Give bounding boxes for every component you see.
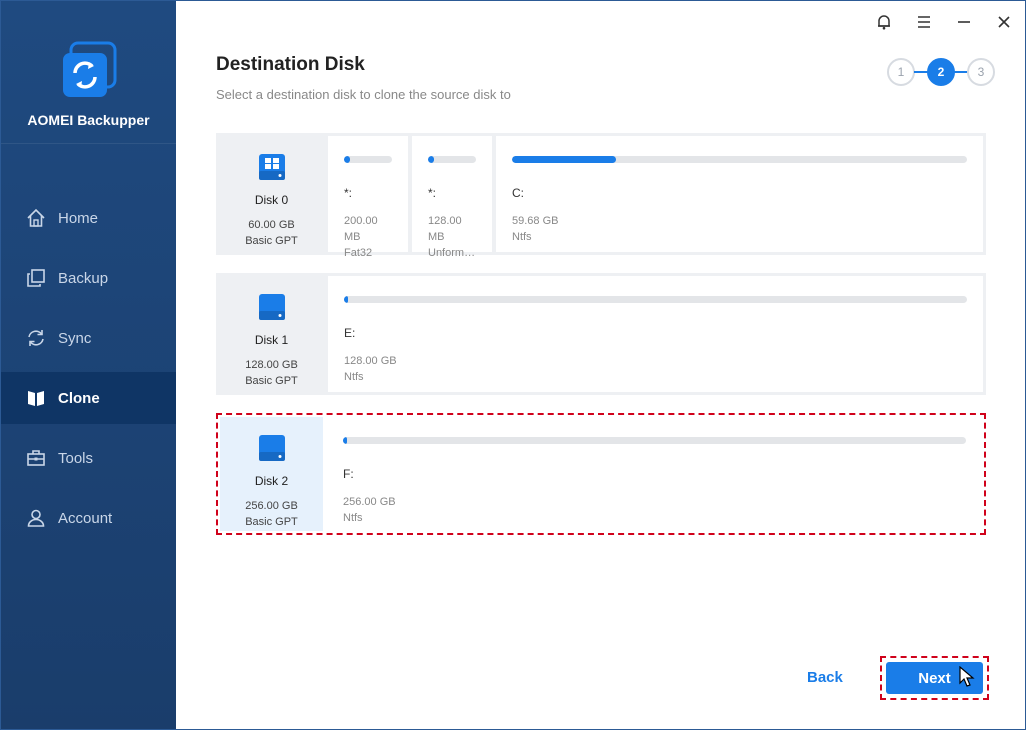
partition-filesystem: Unformat... [428, 247, 476, 259]
partition-size: 59.68 GB [512, 215, 559, 227]
partition-tile: *: 200.00 MB Fat32 [328, 136, 408, 259]
hard-disk-icon [258, 292, 286, 327]
partition-label: F: [343, 467, 354, 481]
disk-type: Basic GPT [245, 375, 298, 387]
step-connector [954, 71, 968, 73]
disk-size: 256.00 GB [245, 500, 298, 512]
disk-type: Basic GPT [245, 235, 298, 247]
partition-size: 128.00 GB [344, 355, 397, 367]
partition-filesystem: Fat32 [344, 247, 373, 259]
partition-usage-bar [512, 156, 967, 163]
app-window: AOMEI Backupper Home Backup Sync Clone T… [0, 0, 1026, 730]
sidebar-item-label: Clone [58, 389, 100, 407]
partition-tile: C: 59.68 GB Ntfs [496, 136, 983, 252]
partition-usage-bar [428, 156, 476, 163]
disk-name: Disk 2 [254, 474, 289, 488]
sidebar-item-label: Home [58, 209, 99, 227]
sidebar-item-label: Account [58, 509, 113, 527]
mouse-cursor-icon [959, 665, 975, 688]
disk-type: Basic GPT [245, 516, 298, 528]
step-3: 3 [967, 58, 995, 86]
account-icon [25, 507, 47, 529]
partition-tile: *: 128.00 MB Unformat... [412, 136, 492, 259]
step-2: 2 [927, 58, 955, 86]
usage-fill [512, 156, 616, 163]
disk-info: Disk 0 60.00 GB Basic GPT [219, 136, 324, 252]
usage-fill [428, 156, 434, 163]
app-name: AOMEI Backupper [27, 112, 150, 128]
disk-info: Disk 2 256.00 GB Basic GPT [220, 417, 323, 531]
sync-icon [25, 327, 47, 349]
partition-tile: F: 256.00 GB Ntfs [327, 417, 982, 531]
step-indicator: 1 2 3 [887, 58, 997, 86]
disk-row-1[interactable]: Disk 1 128.00 GB Basic GPT E: 128.00 GB … [216, 273, 986, 395]
disk-info: Disk 1 128.00 GB Basic GPT [219, 276, 324, 392]
usage-fill [344, 156, 350, 163]
partition-size: 256.00 GB [343, 496, 396, 508]
partition-usage-bar [343, 437, 966, 444]
back-button[interactable]: Back [807, 669, 843, 686]
usage-fill [343, 437, 347, 444]
windows-disk-icon [258, 152, 286, 187]
sidebar-item-label: Backup [58, 269, 109, 287]
partition-label: *: [428, 186, 437, 200]
sidebar-item-home[interactable]: Home [1, 192, 176, 244]
sidebar-item-tools[interactable]: Tools [1, 432, 176, 484]
disk-name: Disk 1 [254, 333, 289, 347]
sidebar-divider [1, 143, 176, 144]
menu-icon[interactable] [913, 11, 935, 33]
partition-size: 200.00 MB [344, 215, 378, 243]
partition-filesystem: Ntfs [344, 371, 364, 383]
sidebar-item-backup[interactable]: Backup [1, 252, 176, 304]
close-icon[interactable] [993, 11, 1015, 33]
disk-size: 60.00 GB [248, 219, 295, 231]
partition-tile: E: 128.00 GB Ntfs [328, 276, 983, 392]
step-1: 1 [887, 58, 915, 86]
usage-fill [344, 296, 348, 303]
partition-label: E: [344, 326, 356, 340]
partition-usage-bar [344, 156, 392, 163]
sidebar-nav: Home Backup Sync Clone Tools Account [1, 192, 176, 552]
minimize-icon[interactable] [953, 11, 975, 33]
page-subtitle: Select a destination disk to clone the s… [216, 87, 511, 102]
disk-size: 128.00 GB [245, 359, 298, 371]
partition-size: 128.00 MB [428, 215, 462, 243]
clone-icon [25, 387, 47, 409]
notification-bell-icon[interactable] [873, 11, 895, 33]
tools-icon [25, 447, 47, 469]
backup-icon [25, 267, 47, 289]
sidebar-item-sync[interactable]: Sync [1, 312, 176, 364]
titlebar-controls [873, 11, 1015, 33]
partition-filesystem: Ntfs [343, 512, 363, 524]
home-icon [25, 207, 47, 229]
hard-disk-icon [258, 433, 286, 468]
disk-name: Disk 0 [254, 193, 289, 207]
disk-row-2[interactable]: Disk 2 256.00 GB Basic GPT F: 256.00 GB … [216, 413, 986, 535]
step-connector [914, 71, 928, 73]
disk-row-0[interactable]: Disk 0 60.00 GB Basic GPT *: 200.00 MB F… [216, 133, 986, 259]
sidebar-item-label: Tools [58, 449, 94, 467]
page-title: Destination Disk [216, 54, 365, 75]
sidebar-item-account[interactable]: Account [1, 492, 176, 544]
partition-label: C: [512, 186, 524, 200]
sidebar-item-label: Sync [58, 329, 92, 347]
sidebar: AOMEI Backupper Home Backup Sync Clone T… [1, 1, 176, 729]
partition-filesystem: Ntfs [512, 231, 532, 243]
sidebar-item-clone[interactable]: Clone [1, 372, 176, 424]
app-logo-icon [59, 41, 119, 101]
partition-label: *: [344, 186, 353, 200]
partition-usage-bar [344, 296, 967, 303]
